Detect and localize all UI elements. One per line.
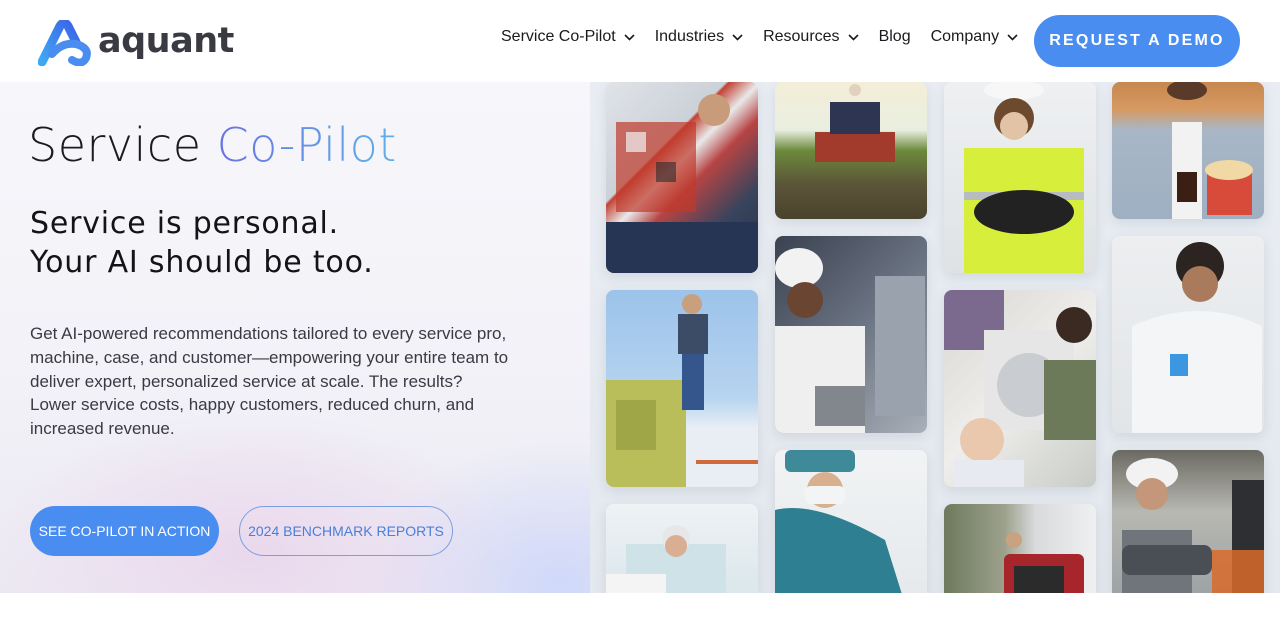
chevron-down-icon	[1007, 33, 1018, 41]
nav-item-company[interactable]: Company	[931, 28, 1018, 46]
logo-wordmark: aquant	[98, 21, 234, 61]
photo-hi-vis-worker	[944, 82, 1096, 273]
main-nav: Service Co-Pilot Industries Resources Bl…	[501, 28, 1038, 46]
nav-label: Industries	[654, 28, 725, 45]
nav-item-blog[interactable]: Blog	[879, 28, 911, 46]
hero-section: Service Co-Pilot Service is personal. Yo…	[0, 82, 1280, 593]
nav-item-industries[interactable]: Industries	[655, 28, 743, 46]
photo-chef	[775, 236, 927, 433]
page-title: Service Co-Pilot	[28, 118, 397, 172]
photo-popcorn-man	[1112, 82, 1264, 219]
title-accent: Co-Pilot	[216, 118, 397, 172]
chevron-down-icon	[732, 33, 743, 41]
photo-surgeon	[775, 450, 927, 593]
nav-item-resources[interactable]: Resources	[763, 28, 859, 46]
nav-label: Resources	[763, 28, 840, 45]
photo-machinery-man	[606, 290, 758, 487]
hero-description: Get AI-powered recommendations tailored …	[30, 324, 509, 439]
photo-hard-hat-woman	[1112, 450, 1264, 593]
photo-scientist	[1112, 236, 1264, 433]
subtitle-line: Service is personal.	[30, 206, 339, 241]
request-demo-button[interactable]: REQUEST A DEMO	[1034, 15, 1240, 67]
benchmark-reports-button[interactable]: 2024 BENCHMARK REPORTS	[239, 506, 453, 556]
title-plain: Service	[28, 118, 202, 172]
photo-farmer-tractor	[775, 82, 927, 219]
nav-label: Blog	[878, 28, 911, 45]
photo-mosaic	[590, 82, 1280, 593]
nav-item-service-co-pilot[interactable]: Service Co-Pilot	[501, 28, 635, 46]
hero-subtitle: Service is personal. Your AI should be t…	[30, 204, 374, 282]
site-header: aquant Service Co-Pilot Industries Resou…	[0, 0, 1280, 82]
photo-technician	[606, 82, 758, 273]
photo-generator	[944, 504, 1096, 593]
chevron-down-icon	[847, 33, 859, 41]
subtitle-line: Your AI should be too.	[30, 245, 374, 280]
photo-senior-patient	[606, 504, 758, 593]
nav-label: Company	[930, 28, 1000, 45]
see-co-pilot-button[interactable]: SEE CO-PILOT IN ACTION	[30, 506, 219, 556]
aquant-logo-icon	[38, 20, 91, 66]
chevron-down-icon	[624, 33, 635, 41]
photo-family-washer	[944, 290, 1096, 487]
nav-label: Service Co-Pilot	[501, 28, 616, 45]
aquant-logo[interactable]: aquant	[38, 20, 234, 66]
